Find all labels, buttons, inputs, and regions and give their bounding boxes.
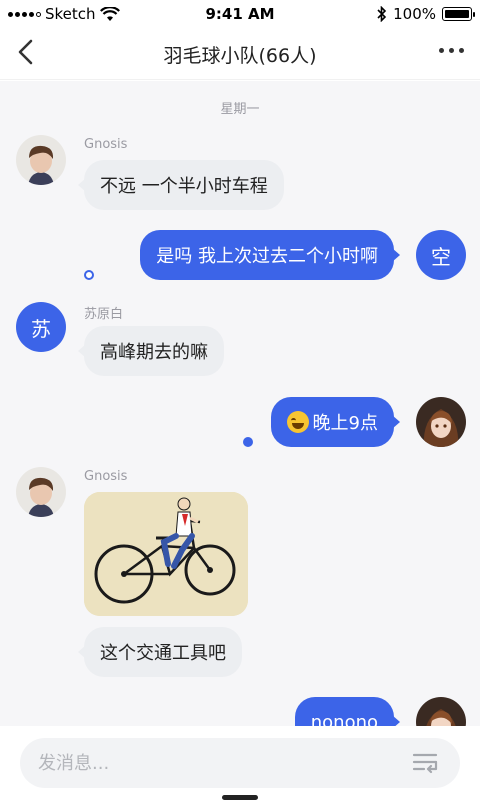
message-text: 是吗 我上次过去二个小时啊 — [156, 246, 378, 267]
laughing-tears-emoji-icon — [286, 411, 309, 433]
message-text: 高峰期去的嘛 — [100, 342, 208, 363]
avatar-kong[interactable]: 空 — [416, 230, 466, 280]
message-bubble[interactable]: 是吗 我上次过去二个小时啊 — [140, 230, 400, 280]
status-bar: Sketch 9:41 AM 100% — [0, 0, 480, 28]
more-options-button[interactable] — [439, 48, 464, 53]
nav-bar: 羽毛球小队(66人) — [0, 28, 480, 80]
message-bubble[interactable]: 晚上9点 — [270, 397, 401, 447]
message-bubble[interactable]: 高峰期去的嘛 — [78, 326, 224, 376]
user-photo-icon — [16, 135, 66, 185]
unread-indicator — [84, 270, 94, 280]
input-bar — [0, 726, 480, 800]
more-dot-icon — [449, 48, 454, 53]
user-photo-icon — [416, 397, 466, 447]
message-text: 不远 一个半小时车程 — [100, 176, 268, 197]
battery-icon — [442, 7, 475, 21]
sender-name: 苏原白 — [84, 307, 124, 322]
message-bubble[interactable]: 不远 一个半小时车程 — [78, 160, 284, 210]
day-divider: 星期一 — [220, 102, 260, 117]
image-message[interactable] — [84, 492, 248, 616]
bluetooth-icon — [377, 6, 387, 22]
avatar-suyuanbai[interactable]: 苏 — [16, 302, 66, 352]
status-right: 100% — [377, 5, 475, 23]
read-indicator — [243, 437, 253, 447]
user-photo-icon — [416, 697, 466, 726]
sender-name: Gnosis — [84, 137, 128, 152]
message-input-container[interactable] — [20, 738, 460, 788]
avatar-me[interactable] — [416, 697, 466, 726]
avatar-gnosis[interactable] — [16, 467, 66, 517]
sender-name: Gnosis — [84, 469, 128, 484]
avatar-me[interactable] — [416, 397, 466, 447]
more-dot-icon — [439, 48, 444, 53]
avatar-letter: 空 — [431, 244, 451, 269]
chat-area[interactable]: 星期一 Gnosis 不远 一个半小时车程 是吗 我上次过去二个小时啊 空 苏 … — [0, 81, 480, 726]
message-bubble[interactable]: nonono — [294, 697, 401, 727]
bicycle-illustration — [84, 492, 248, 616]
message-bubble[interactable]: 这个交通工具吧 — [78, 627, 242, 677]
message-text: nonono — [310, 711, 378, 727]
battery-percent: 100% — [393, 5, 436, 23]
avatar-letter: 苏 — [31, 316, 51, 341]
message-input[interactable] — [38, 738, 398, 788]
chat-title: 羽毛球小队(66人) — [163, 45, 317, 67]
user-photo-icon — [16, 467, 66, 517]
home-indicator — [222, 795, 258, 800]
send-icon[interactable] — [412, 752, 438, 774]
message-text: 这个交通工具吧 — [100, 643, 226, 664]
more-dot-icon — [459, 48, 464, 53]
avatar-gnosis[interactable] — [16, 135, 66, 185]
message-text: 晚上9点 — [312, 413, 378, 434]
